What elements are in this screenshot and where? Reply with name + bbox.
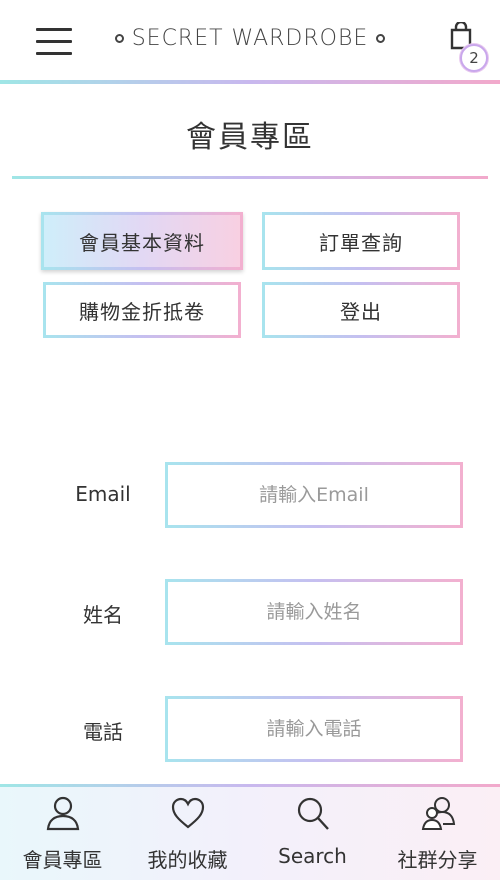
order-query-label: 訂單查詢 <box>265 215 457 267</box>
member-profile-label: 會員基本資料 <box>44 215 240 267</box>
bottom-navigation: 會員專區 我的收藏 Search 社群分享 <box>0 784 500 880</box>
email-label: Email <box>75 482 131 506</box>
app-header: SECRET WARDROBE 2 <box>0 0 500 80</box>
name-input[interactable] <box>168 582 460 642</box>
cart-count-badge: 2 <box>460 44 488 72</box>
search-icon <box>297 797 329 830</box>
nav-item-share[interactable]: 社群分享 <box>375 794 500 874</box>
order-query-button[interactable]: 訂單查詢 <box>262 212 460 270</box>
nav-label-share: 社群分享 <box>397 848 478 872</box>
menu-bar <box>36 40 72 43</box>
name-label: 姓名 <box>83 603 123 627</box>
nav-label-member: 會員專區 <box>22 848 103 872</box>
email-field <box>165 462 463 528</box>
phone-field <box>165 696 463 762</box>
email-input[interactable] <box>168 465 460 525</box>
menu-bar <box>36 52 72 55</box>
cart-button[interactable]: 2 <box>446 22 490 74</box>
nav-label-favorites: 我的收藏 <box>147 848 228 872</box>
header-divider <box>0 80 500 84</box>
logout-label: 登出 <box>265 285 457 335</box>
nav-item-favorites[interactable]: 我的收藏 <box>125 794 250 874</box>
nav-item-search[interactable]: Search <box>250 794 375 874</box>
brand-ring-right <box>376 33 386 43</box>
phone-input[interactable] <box>168 699 460 759</box>
page-title: 會員專區 <box>186 120 314 155</box>
member-profile-button[interactable]: 會員基本資料 <box>41 212 243 270</box>
brand-logo[interactable]: SECRET WARDROBE <box>100 22 400 54</box>
nav-item-member[interactable]: 會員專區 <box>0 794 125 874</box>
coupon-credit-label: 購物金折抵卷 <box>46 285 238 335</box>
bottom-nav-divider <box>0 784 500 787</box>
brand-name: SECRET WARDROBE <box>131 25 369 51</box>
user-icon <box>46 796 80 831</box>
share-users-icon <box>421 797 456 830</box>
nav-label-search: Search <box>278 844 347 868</box>
logout-button[interactable]: 登出 <box>262 282 460 338</box>
phone-label: 電話 <box>83 720 123 744</box>
title-divider <box>12 176 488 179</box>
coupon-credit-button[interactable]: 購物金折抵卷 <box>43 282 241 338</box>
hamburger-menu-icon[interactable] <box>36 28 72 56</box>
name-field <box>165 579 463 645</box>
brand-ring-left <box>114 33 124 43</box>
menu-bar <box>36 28 72 31</box>
heart-icon <box>171 797 205 829</box>
